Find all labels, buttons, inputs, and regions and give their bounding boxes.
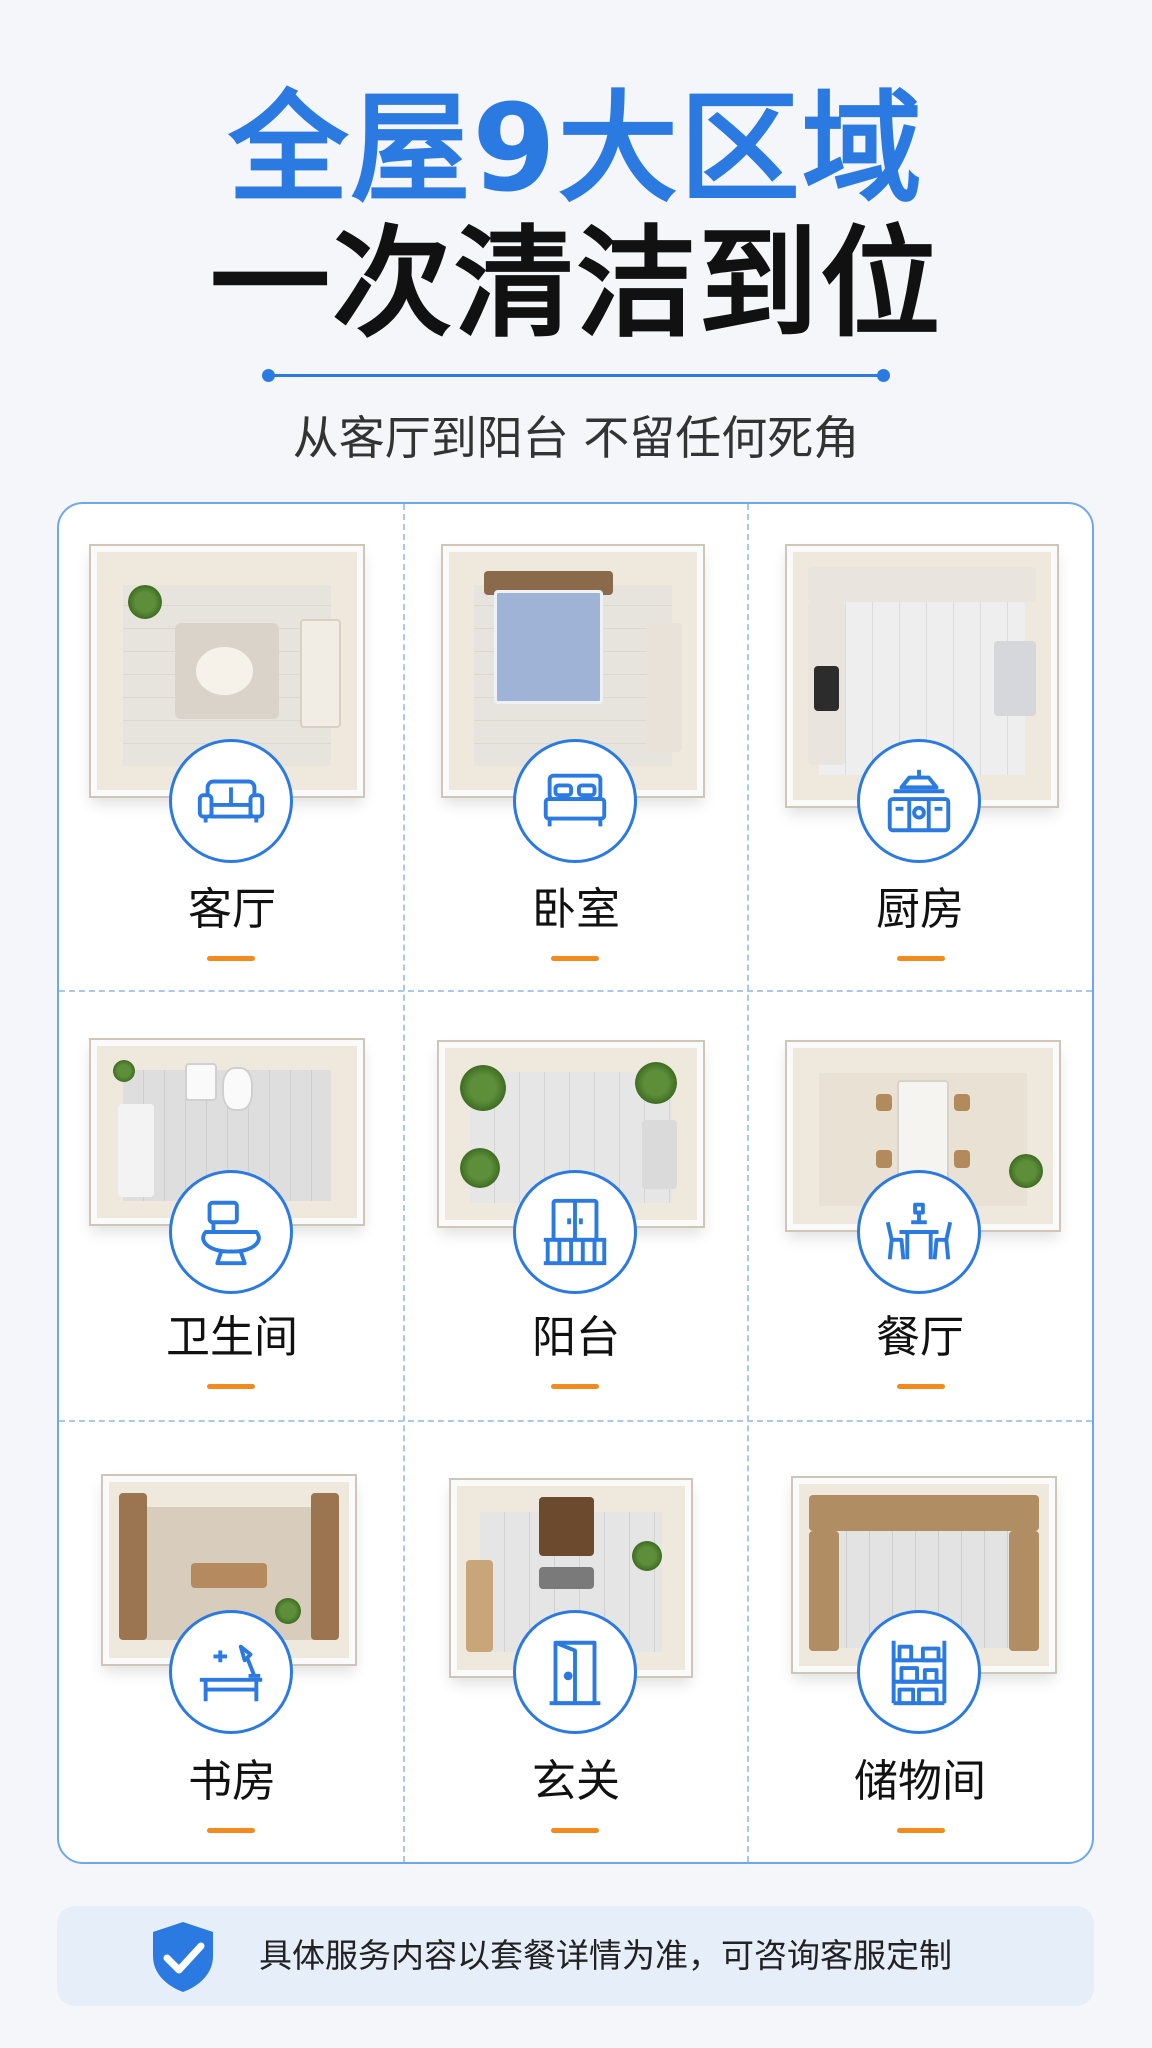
room-label: 卫生间 (166, 1312, 298, 1363)
room-card-bathroom[interactable]: 卫生间 (59, 990, 403, 1420)
sofa-icon (169, 739, 293, 863)
label-underline (207, 956, 255, 961)
headline-secondary: 一次清洁到位 (210, 215, 942, 354)
room-card-bedroom[interactable]: 卧室 (403, 504, 747, 990)
label-underline (897, 956, 945, 961)
door-icon (513, 1610, 637, 1734)
desk-lamp-icon (169, 1610, 293, 1734)
room-label: 厨房 (876, 884, 964, 935)
room-card-kitchen[interactable]: 厨房 (747, 504, 1092, 990)
room-label: 书房 (188, 1756, 276, 1807)
room-card-study[interactable]: 书房 (59, 1420, 403, 1862)
toilet-icon (169, 1170, 293, 1294)
label-underline (897, 1384, 945, 1389)
room-label: 玄关 (532, 1756, 620, 1807)
service-note-banner: 具体服务内容以套餐详情为准，可咨询客服定制 (57, 1906, 1094, 2006)
title-divider (262, 369, 890, 382)
room-grid: 客厅 卧室 厨房 卫生间 阳台 餐厅 书房 玄关 储物间 (57, 502, 1094, 1864)
dining-table-icon (857, 1170, 981, 1294)
room-card-balcony[interactable]: 阳台 (403, 990, 747, 1420)
kitchen-stove-icon (857, 739, 981, 863)
label-underline (207, 1384, 255, 1389)
room-label: 储物间 (854, 1756, 986, 1807)
room-card-storage-room[interactable]: 储物间 (747, 1420, 1092, 1862)
room-label: 餐厅 (876, 1312, 964, 1363)
room-label: 客厅 (188, 884, 276, 935)
room-card-dining-room[interactable]: 餐厅 (747, 990, 1092, 1420)
bed-icon (513, 739, 637, 863)
label-underline (551, 956, 599, 961)
storage-shelf-icon (857, 1610, 981, 1734)
shield-check-icon (153, 1922, 213, 1992)
room-card-entryway[interactable]: 玄关 (403, 1420, 747, 1862)
label-underline (207, 1828, 255, 1833)
room-label: 卧室 (532, 884, 620, 935)
divider-dot-right (877, 369, 890, 382)
room-label: 阳台 (532, 1312, 620, 1363)
label-underline (897, 1828, 945, 1833)
room-card-living-room[interactable]: 客厅 (59, 504, 403, 990)
divider-dot-left (262, 369, 275, 382)
label-underline (551, 1828, 599, 1833)
label-underline (551, 1384, 599, 1389)
subtitle: 从客厅到阳台 不留任何死角 (292, 411, 860, 465)
service-note-text: 具体服务内容以套餐详情为准，可咨询客服定制 (259, 1936, 952, 1975)
balcony-door-icon (513, 1170, 637, 1294)
headline-primary: 全屋9大区域 (228, 80, 924, 219)
